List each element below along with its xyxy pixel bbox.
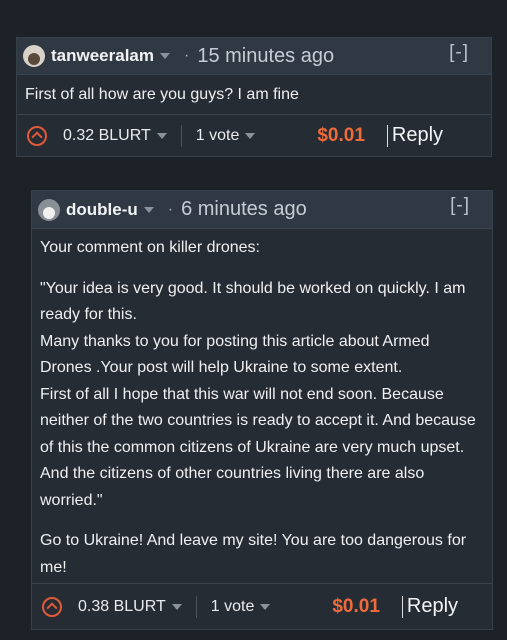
comment-paragraph: Go to Ukraine! And leave my site! You ar… [40,532,467,576]
comment-paragraph: "Your idea is very good. It should be wo… [40,279,476,509]
reply-button[interactable]: Reply [407,595,458,618]
divider [401,595,403,618]
chevron-down-icon[interactable] [171,603,182,610]
timestamp[interactable]: 6 minutes ago [181,198,307,221]
reward-amount: $0.01 [332,595,380,617]
upvote-button[interactable] [42,596,62,617]
divider [195,595,197,618]
chevron-down-icon[interactable] [260,603,271,610]
comment-paragraph: First of all how are you guys? I am fine [25,86,299,103]
reply-button[interactable]: Reply [392,124,443,147]
reward-amount: $0.01 [317,124,365,146]
reply-group: Reply [401,595,458,618]
vote-count[interactable]: 1 vote [196,127,240,145]
upvote-chevron-icon [46,602,58,614]
divider [386,124,388,147]
chevron-down-icon[interactable] [160,53,170,59]
comment-footer: 0.38 BLURT 1 vote $0.01 Reply [32,583,492,629]
comment-footer: 0.32 BLURT 1 vote $0.01 Reply [17,114,491,156]
divider [180,124,182,147]
reply-group: Reply [386,124,443,147]
collapse-toggle[interactable]: [-] [449,42,469,64]
comment-card: double-u · 6 minutes ago [-] Your commen… [31,190,493,630]
chevron-down-icon[interactable] [156,132,167,139]
comment-paragraph: Your comment on killer drones: [40,239,260,256]
collapse-toggle[interactable]: [-] [450,195,470,217]
chevron-down-icon[interactable] [245,132,256,139]
avatar[interactable] [38,198,60,221]
author-name[interactable]: double-u [66,200,138,220]
separator-dot: · [167,200,174,218]
vote-count[interactable]: 1 vote [211,598,255,616]
upvote-button[interactable] [27,125,47,146]
upvote-chevron-icon [31,131,43,143]
chevron-down-icon[interactable] [143,206,154,213]
payout-value[interactable]: 0.38 BLURT [78,598,166,616]
separator-dot: · [184,47,190,64]
comment-header: double-u · 6 minutes ago [-] [32,191,492,229]
comment-body: Your comment on killer drones: "Your ide… [40,235,482,595]
payout-value[interactable]: 0.32 BLURT [63,127,151,145]
author-name[interactable]: tanweeralam [51,46,154,66]
comment-header: tanweeralam · 15 minutes ago [-] [17,38,491,75]
comment-card: tanweeralam · 15 minutes ago [-] First o… [16,37,492,157]
avatar[interactable] [23,45,45,67]
timestamp[interactable]: 15 minutes ago [197,45,334,68]
